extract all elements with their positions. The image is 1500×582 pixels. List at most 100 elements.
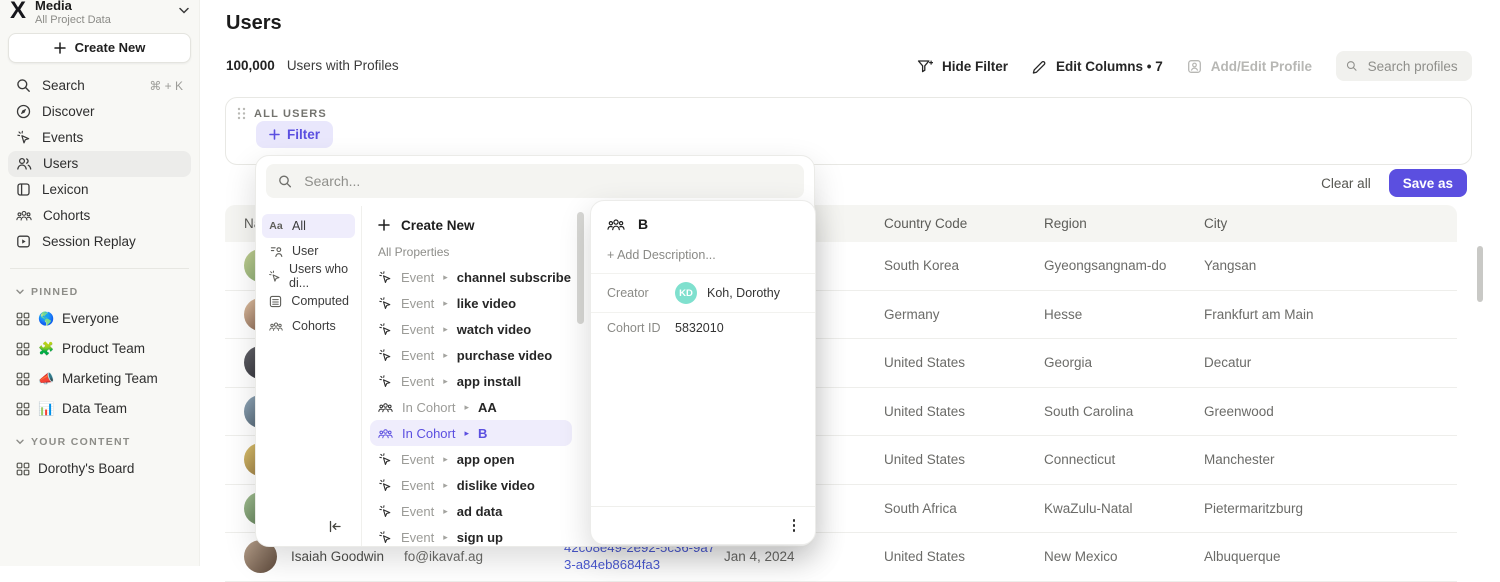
header-controls: Hide Filter Edit Columns • 7 Add/Edit Pr…: [917, 51, 1472, 81]
pinned-section-header[interactable]: PINNED: [8, 282, 191, 304]
dropdown-scrollbar[interactable]: [577, 212, 584, 324]
bar-chart-emoji: 📊: [38, 401, 54, 417]
category-all[interactable]: Aa All: [262, 214, 355, 238]
sidebar-item-events[interactable]: Events: [8, 125, 191, 151]
sidebar-board-everyone[interactable]: 🌎 Everyone: [8, 304, 191, 334]
sidebar-item-session-replay[interactable]: Session Replay: [8, 229, 191, 255]
cell-country: Germany: [884, 307, 1044, 322]
cell-city: Greenwood: [1204, 404, 1457, 419]
creator-row: Creator KD Koh, Dorothy: [591, 273, 815, 312]
caret-icon: ▸: [464, 402, 469, 413]
caret-icon: ▸: [443, 480, 448, 491]
dropdown-create-new[interactable]: Create New: [370, 210, 588, 240]
cell-region: New Mexico: [1044, 549, 1204, 564]
property-item-like-video[interactable]: Event▸like video: [370, 290, 572, 316]
sidebar-item-label: Users: [43, 156, 78, 171]
profile-count: 100,000: [226, 58, 275, 73]
category-computed[interactable]: Computed: [262, 289, 355, 313]
drag-handle-icon[interactable]: [237, 107, 246, 120]
creator-label: Creator: [607, 286, 665, 300]
sidebar-item-discover[interactable]: Discover: [8, 99, 191, 125]
collapse-panel-icon[interactable]: [328, 520, 342, 533]
compass-icon: [16, 104, 31, 119]
sidebar-item-label: Session Replay: [42, 234, 136, 249]
cell-country: South Africa: [884, 501, 1044, 516]
board-label: Product Team: [62, 341, 145, 356]
add-description-button[interactable]: + Add Description...: [591, 241, 815, 273]
sidebar-item-users[interactable]: Users: [8, 151, 191, 177]
search-icon: [16, 78, 31, 93]
property-item-in-cohort-b[interactable]: In Cohort▸B: [370, 420, 572, 446]
property-item-dislike-video[interactable]: Event▸dislike video: [370, 472, 572, 498]
add-edit-profile-button[interactable]: Add/Edit Profile: [1187, 59, 1312, 74]
project-name: Media: [35, 0, 170, 14]
add-filter-button[interactable]: Filter: [256, 121, 333, 148]
create-new-label: Create New: [75, 40, 146, 55]
cell-name: Isaiah Goodwin: [291, 549, 384, 564]
category-users-who-did[interactable]: Users who di...: [262, 264, 355, 288]
hide-filter-button[interactable]: Hide Filter: [917, 59, 1008, 74]
column-header-country-code[interactable]: Country Code: [884, 216, 1044, 231]
caret-icon: ▸: [443, 272, 448, 283]
sidebar-item-label: Lexicon: [42, 182, 89, 197]
search-profiles-box[interactable]: [1336, 51, 1472, 81]
plus-icon: [54, 42, 66, 54]
project-subtitle: All Project Data: [35, 14, 170, 27]
category-user[interactable]: User: [262, 239, 355, 263]
cohort-icon: [607, 218, 625, 231]
property-item-app-install[interactable]: Event▸app install: [370, 368, 572, 394]
board-icon: [16, 312, 30, 326]
column-header-region[interactable]: Region: [1044, 216, 1204, 231]
dropdown-search-input[interactable]: [302, 172, 792, 190]
property-item-ad-data[interactable]: Event▸ad data: [370, 498, 572, 524]
computed-icon: [268, 295, 283, 308]
property-item-app-open[interactable]: Event▸app open: [370, 446, 572, 472]
property-item-watch-video[interactable]: Event▸watch video: [370, 316, 572, 342]
your-content-section-header[interactable]: YOUR CONTENT: [8, 432, 191, 454]
project-switcher[interactable]: X Media All Project Data: [8, 0, 191, 27]
property-item-in-cohort-aa[interactable]: In Cohort▸AA: [370, 394, 572, 420]
sidebar-item-lexicon[interactable]: Lexicon: [8, 177, 191, 203]
sidebar-board-product-team[interactable]: 🧩 Product Team: [8, 334, 191, 364]
property-item-sign-up[interactable]: Event▸sign up: [370, 524, 572, 550]
property-item-channel-subscribe[interactable]: Event▸channel subscribe: [370, 264, 572, 290]
cohort-icon: [268, 321, 284, 332]
sidebar-board-data-team[interactable]: 📊 Data Team: [8, 394, 191, 424]
caret-icon: ▸: [443, 532, 448, 543]
column-header-city[interactable]: City: [1204, 216, 1457, 231]
cohort-id-row: Cohort ID 5832010: [591, 312, 815, 343]
caret-icon: ▸: [443, 298, 448, 309]
sidebar-board-dorothys-board[interactable]: Dorothy's Board: [8, 454, 191, 484]
edit-columns-button[interactable]: Edit Columns • 7: [1032, 59, 1163, 74]
cell-country: United States: [884, 355, 1044, 370]
cohort-icon: [378, 428, 393, 439]
plus-icon: [269, 129, 280, 140]
project-logo: X: [10, 0, 26, 24]
puzzle-emoji: 🧩: [38, 341, 54, 357]
dropdown-search-box[interactable]: [266, 164, 804, 198]
chevron-down-icon: [16, 289, 24, 295]
search-icon: [278, 174, 292, 189]
sidebar-board-marketing-team[interactable]: 📣 Marketing Team: [8, 364, 191, 394]
more-options-icon[interactable]: [789, 515, 800, 536]
cell-city: Manchester: [1204, 452, 1457, 467]
sidebar-item-label: Cohorts: [43, 208, 90, 223]
search-shortcut: ⌘ + K: [149, 79, 183, 93]
board-icon: [16, 462, 30, 476]
session-replay-icon: [16, 234, 31, 249]
clear-all-button[interactable]: Clear all: [1321, 176, 1371, 191]
sidebar-item-label: Search: [42, 78, 85, 93]
table-scrollbar[interactable]: [1477, 246, 1483, 302]
dropdown-categories: Aa All User Users who di... Computed: [256, 206, 362, 546]
property-item-purchase-video[interactable]: Event▸purchase video: [370, 342, 572, 368]
search-profiles-input[interactable]: [1366, 58, 1462, 75]
category-cohorts[interactable]: Cohorts: [262, 314, 355, 338]
sidebar-item-search[interactable]: Search ⌘ + K: [8, 73, 191, 99]
create-new-button[interactable]: Create New: [8, 33, 191, 63]
creator-name: Koh, Dorothy: [707, 286, 780, 300]
cohort-id-value: 5832010: [675, 321, 724, 335]
filter-group-label: ALL USERS: [254, 108, 327, 120]
sidebar-item-cohorts[interactable]: Cohorts: [8, 203, 191, 229]
cohort-title: B: [638, 216, 648, 232]
save-as-button[interactable]: Save as: [1389, 169, 1467, 197]
